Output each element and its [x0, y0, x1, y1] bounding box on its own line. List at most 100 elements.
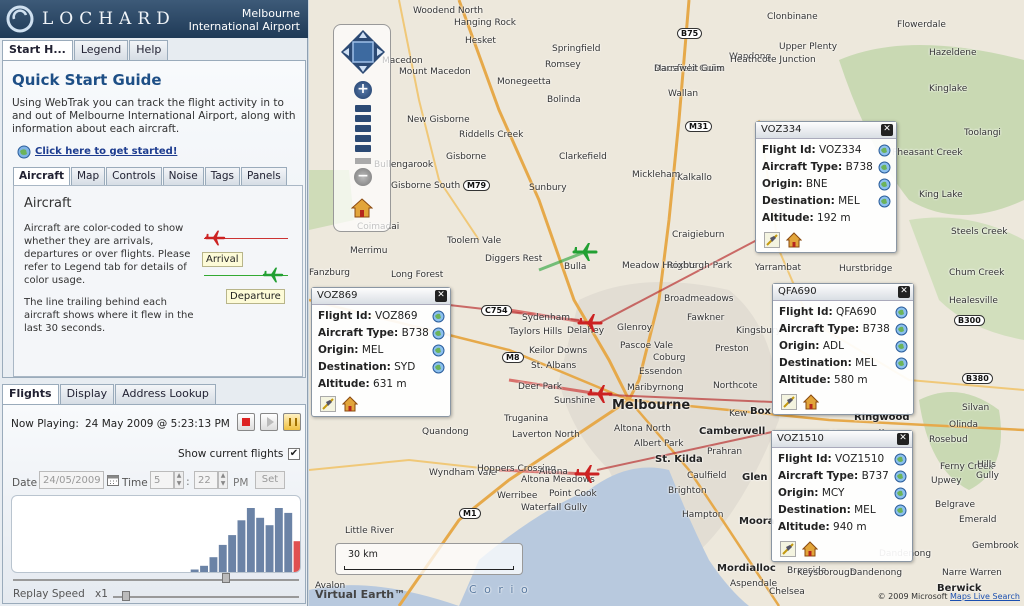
- globe-icon[interactable]: [432, 327, 445, 340]
- timeline-track[interactable]: [13, 579, 299, 581]
- plane-qfa690-icon[interactable]: [574, 463, 600, 485]
- tab-help[interactable]: Help: [129, 40, 169, 60]
- plane-voz334-icon[interactable]: [577, 312, 603, 334]
- place-label: Healesville: [949, 296, 998, 306]
- globe-icon[interactable]: [895, 323, 908, 336]
- zoom-level-bar[interactable]: [355, 105, 371, 112]
- track-aircraft-icon[interactable]: [764, 232, 780, 248]
- place-label: Moora: [739, 516, 775, 527]
- tab-start-here[interactable]: Start H...: [2, 40, 73, 60]
- popup-flight-id: Flight Id: VOZ334: [762, 144, 862, 156]
- minute-spinner[interactable]: ▲ ▼: [218, 471, 228, 489]
- globe-icon[interactable]: [878, 195, 891, 208]
- timeline-slider-handle[interactable]: [221, 573, 230, 583]
- zoom-level-indicator[interactable]: [355, 158, 371, 164]
- globe-icon[interactable]: [878, 178, 891, 191]
- home-icon[interactable]: [351, 197, 373, 219]
- tab-noise[interactable]: Noise: [162, 167, 204, 185]
- globe-icon[interactable]: [878, 161, 891, 174]
- track-aircraft-icon[interactable]: [780, 541, 796, 557]
- zoom-in-button[interactable]: +: [354, 81, 372, 99]
- tab-panels[interactable]: Panels: [240, 167, 287, 185]
- minute-input[interactable]: [194, 471, 218, 489]
- place-label: Fawkner: [687, 313, 725, 323]
- globe-icon[interactable]: [895, 340, 908, 353]
- zoom-level-bar[interactable]: [355, 125, 371, 132]
- globe-icon[interactable]: [878, 144, 891, 157]
- date-input[interactable]: [39, 471, 104, 489]
- place-label: Narre Warren: [942, 568, 1002, 578]
- place-label: Monegeetta: [497, 77, 551, 87]
- replay-speed-handle[interactable]: [122, 591, 130, 601]
- get-started-link[interactable]: Click here to get started!: [35, 146, 177, 157]
- play-button[interactable]: [260, 413, 278, 431]
- place-label: St. Albans: [531, 361, 577, 371]
- track-aircraft-icon[interactable]: [781, 394, 797, 410]
- copyright-text: © 2009 Microsoft: [877, 592, 948, 601]
- home-icon[interactable]: [342, 396, 358, 412]
- close-icon[interactable]: ✕: [435, 290, 447, 302]
- globe-icon[interactable]: [432, 361, 445, 374]
- flight-popup-qfa690: QFA690 ✕ Flight Id: QFA690 Aircraft Type:…: [772, 283, 914, 415]
- maps-live-search-link[interactable]: Maps Live Search: [950, 592, 1020, 601]
- show-current-checkbox[interactable]: ✔: [288, 448, 300, 460]
- home-icon[interactable]: [802, 541, 818, 557]
- calendar-icon[interactable]: [107, 474, 119, 486]
- place-label: Rosebud: [929, 435, 968, 445]
- tab-map[interactable]: Map: [70, 167, 106, 185]
- field-value: B738: [401, 327, 429, 339]
- globe-icon[interactable]: [894, 470, 907, 483]
- place-label: Olinda: [949, 420, 979, 430]
- place-label: Darraweit Guim: [654, 64, 725, 74]
- tab-tags[interactable]: Tags: [204, 167, 240, 185]
- tab-address-lookup[interactable]: Address Lookup: [115, 384, 216, 404]
- popup-destination: Destination: MEL: [779, 357, 877, 369]
- zoom-level-bar[interactable]: [355, 135, 371, 142]
- place-label: Hazeldene: [929, 48, 977, 58]
- map-view[interactable]: Woodend North Hanging Rock Hesket Springfie…: [309, 0, 1024, 606]
- tab-flights[interactable]: Flights: [2, 384, 59, 404]
- place-label: Coburg: [653, 353, 686, 363]
- stop-button[interactable]: [237, 413, 255, 431]
- home-icon[interactable]: [786, 232, 802, 248]
- globe-icon[interactable]: [894, 504, 907, 517]
- zoom-level-bar[interactable]: [355, 115, 371, 122]
- place-label: Hurstbridge: [839, 264, 893, 274]
- place-label: New Gisborne: [407, 115, 470, 125]
- tab-legend[interactable]: Legend: [73, 40, 129, 60]
- close-icon[interactable]: ✕: [898, 286, 910, 298]
- place-label: Essendon: [639, 367, 683, 377]
- track-aircraft-icon[interactable]: [320, 396, 336, 412]
- road-shield: M79: [463, 180, 491, 191]
- globe-icon[interactable]: [895, 357, 908, 370]
- tab-display[interactable]: Display: [59, 384, 115, 404]
- set-time-button[interactable]: Set: [255, 471, 285, 489]
- globe-icon[interactable]: [895, 306, 908, 319]
- hour-input[interactable]: [150, 471, 174, 489]
- pause-button[interactable]: [283, 413, 301, 431]
- zoom-out-button[interactable]: −: [354, 168, 372, 186]
- globe-icon[interactable]: [432, 344, 445, 357]
- virtual-earth-logo: Virtual Earth™: [315, 588, 406, 601]
- arrival-plane-icon: [204, 230, 226, 246]
- globe-icon: [17, 145, 31, 159]
- plane-departure-icon[interactable]: [572, 241, 598, 263]
- close-icon[interactable]: ✕: [881, 124, 893, 136]
- globe-icon[interactable]: [432, 310, 445, 323]
- pan-compass-icon[interactable]: [340, 29, 386, 75]
- hour-spinner[interactable]: ▲ ▼: [174, 471, 184, 489]
- globe-icon[interactable]: [894, 487, 907, 500]
- tab-aircraft[interactable]: Aircraft: [13, 167, 70, 185]
- zoom-level-bar[interactable]: [355, 145, 371, 152]
- place-label: Brighton: [668, 486, 707, 496]
- globe-icon[interactable]: [894, 453, 907, 466]
- place-label: Caulfield: [687, 471, 727, 481]
- field-label: Aircraft Type:: [779, 323, 860, 335]
- plane-voz869-icon[interactable]: [587, 383, 613, 405]
- popup-destination: Destination: SYD: [318, 361, 415, 373]
- histogram-bar: [274, 508, 283, 572]
- close-icon[interactable]: ✕: [897, 433, 909, 445]
- tab-controls[interactable]: Controls: [106, 167, 162, 185]
- replay-speed-track[interactable]: [113, 596, 299, 598]
- home-icon[interactable]: [803, 394, 819, 410]
